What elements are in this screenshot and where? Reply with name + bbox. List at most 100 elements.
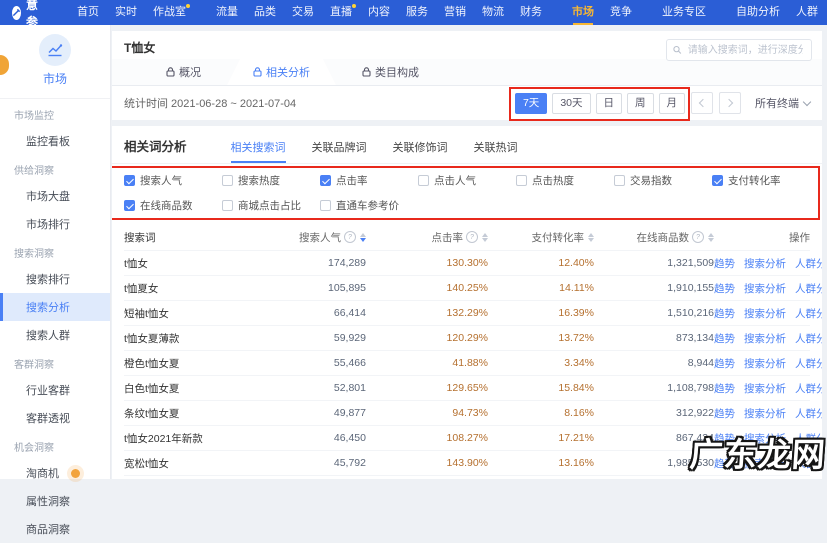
checkbox-checked-icon[interactable]: [124, 200, 135, 211]
trend-link[interactable]: 趋势: [714, 306, 735, 321]
tab-related-brand-words[interactable]: 关联品牌词: [312, 139, 367, 163]
search-word[interactable]: t恤女: [124, 256, 274, 271]
date-button-day[interactable]: 日: [595, 92, 622, 114]
next-period-button[interactable]: [719, 92, 741, 114]
checkbox-checked-icon[interactable]: [320, 175, 331, 186]
sidebar-item-search-analysis[interactable]: 搜索分析: [0, 293, 110, 321]
nav-item-business-zone[interactable]: 业务专区: [662, 0, 706, 25]
search-analysis-link[interactable]: 搜索分析: [744, 331, 786, 346]
prev-period-button[interactable]: [691, 92, 713, 114]
checkbox-icon[interactable]: [222, 200, 233, 211]
nav-item-trade[interactable]: 交易: [292, 0, 314, 25]
sidebar-item-search-audience[interactable]: 搜索人群: [0, 321, 110, 349]
search-analysis-link[interactable]: 搜索分析: [744, 381, 786, 396]
sidebar-item-monitor-board[interactable]: 监控看板: [0, 127, 110, 155]
nav-item-realtime[interactable]: 实时: [115, 0, 137, 25]
nav-item-home[interactable]: 首页: [77, 0, 99, 25]
metric-trade-index[interactable]: 交易指数: [614, 173, 712, 188]
metric-click-rate[interactable]: 点击率: [320, 173, 418, 188]
checkbox-icon[interactable]: [320, 200, 331, 211]
search-word[interactable]: 短袖t恤女: [124, 306, 274, 321]
audience-analysis-link[interactable]: 人群分析: [795, 356, 822, 371]
audience-analysis-link[interactable]: 人群分析: [795, 256, 822, 271]
nav-item-competition[interactable]: 竞争: [610, 0, 632, 25]
sidebar-item-market-ranking[interactable]: 市场排行: [0, 210, 110, 238]
sidebar-item-industry-customers[interactable]: 行业客群: [0, 376, 110, 404]
checkbox-icon[interactable]: [614, 175, 625, 186]
metric-click-heat[interactable]: 点击热度: [516, 173, 614, 188]
sidebar-item-attribute-insight[interactable]: 属性洞察: [0, 487, 110, 515]
audience-analysis-link[interactable]: 人群分析: [795, 406, 822, 421]
audience-analysis-link[interactable]: 人群分析: [795, 306, 822, 321]
trend-link[interactable]: 趋势: [714, 281, 735, 296]
nav-item-marketing[interactable]: 营销: [444, 0, 466, 25]
audience-analysis-link[interactable]: 人群分析: [795, 331, 822, 346]
search-analysis-link[interactable]: 搜索分析: [744, 281, 786, 296]
tab-related-hot-words[interactable]: 关联热词: [474, 139, 518, 163]
metric-click-popularity[interactable]: 点击人气: [418, 173, 516, 188]
trend-link[interactable]: 趋势: [714, 256, 735, 271]
metric-search-heat[interactable]: 搜索热度: [222, 173, 320, 188]
nav-item-finance[interactable]: 财务: [520, 0, 542, 25]
tab-overview[interactable]: 概况: [140, 59, 227, 85]
terminal-filter-dropdown[interactable]: 所有终端: [755, 95, 812, 111]
search-analysis-link[interactable]: 搜索分析: [744, 431, 786, 446]
search-word[interactable]: t恤女2021年新款: [124, 431, 274, 446]
checkbox-icon[interactable]: [222, 175, 233, 186]
col-online-products[interactable]: 在线商品数: [594, 230, 714, 245]
search-analysis-link[interactable]: 搜索分析: [744, 306, 786, 321]
trend-link[interactable]: 趋势: [714, 406, 735, 421]
nav-item-service[interactable]: 服务: [406, 0, 428, 25]
col-pay-conversion[interactable]: 支付转化率: [488, 230, 594, 245]
search-analysis-link[interactable]: 搜索分析: [744, 356, 786, 371]
date-button-month[interactable]: 月: [658, 92, 685, 114]
nav-item-self-analysis[interactable]: 自助分析: [736, 0, 780, 25]
metric-ztc-ref-price[interactable]: 直通车参考价: [320, 198, 418, 213]
date-button-30d[interactable]: 30天: [552, 92, 591, 114]
nav-item-live[interactable]: 直播: [330, 0, 357, 25]
nav-item-content[interactable]: 内容: [368, 0, 390, 25]
metric-online-products[interactable]: 在线商品数: [124, 198, 222, 213]
trend-link[interactable]: 趋势: [714, 456, 735, 471]
nav-item-market[interactable]: 市场: [572, 0, 594, 25]
app-logo[interactable]: 生意参谋: [12, 0, 43, 47]
trend-link[interactable]: 趋势: [714, 431, 735, 446]
nav-item-category[interactable]: 品类: [254, 0, 276, 25]
sidebar-item-market-overview[interactable]: 市场大盘: [0, 182, 110, 210]
trend-link[interactable]: 趋势: [714, 381, 735, 396]
date-button-week[interactable]: 周: [627, 92, 654, 114]
search-word[interactable]: t恤女夏薄款: [124, 331, 274, 346]
nav-item-audience[interactable]: 人群: [796, 0, 818, 25]
audience-analysis-link[interactable]: 人群分析: [795, 281, 822, 296]
sidebar-item-customer-perspective[interactable]: 客群透视: [0, 404, 110, 432]
checkbox-icon[interactable]: [418, 175, 429, 186]
sidebar-item-product-insight[interactable]: 商品洞察: [0, 515, 110, 543]
search-word[interactable]: 橙色t恤女夏: [124, 356, 274, 371]
trend-link[interactable]: 趋势: [714, 331, 735, 346]
audience-analysis-link[interactable]: 人群分析: [795, 456, 822, 471]
checkbox-checked-icon[interactable]: [712, 175, 723, 186]
nav-item-warroom[interactable]: 作战室: [153, 0, 191, 25]
sidebar-item-tao-opportunity[interactable]: 淘商机: [0, 459, 110, 487]
search-word[interactable]: t恤夏女: [124, 281, 274, 296]
metric-pay-conversion[interactable]: 支付转化率: [712, 173, 810, 188]
date-button-7d[interactable]: 7天: [514, 92, 548, 114]
audience-analysis-link[interactable]: 人群分析: [795, 431, 822, 446]
search-input[interactable]: [685, 43, 805, 57]
col-search-popularity[interactable]: 搜索人气: [274, 230, 366, 245]
tab-category-composition[interactable]: 类目构成: [336, 59, 445, 85]
keyword-search-box[interactable]: [666, 39, 812, 61]
search-analysis-link[interactable]: 搜索分析: [744, 256, 786, 271]
metric-mall-click-share[interactable]: 商城点击占比: [222, 198, 320, 213]
search-analysis-link[interactable]: 搜索分析: [744, 406, 786, 421]
trend-link[interactable]: 趋势: [714, 356, 735, 371]
nav-item-traffic[interactable]: 流量: [216, 0, 238, 25]
nav-item-logistics[interactable]: 物流: [482, 0, 504, 25]
audience-analysis-link[interactable]: 人群分析: [795, 381, 822, 396]
checkbox-checked-icon[interactable]: [124, 175, 135, 186]
search-analysis-link[interactable]: 搜索分析: [744, 456, 786, 471]
tab-related-modifier-words[interactable]: 关联修饰词: [393, 139, 448, 163]
tab-related-search-words[interactable]: 相关搜索词: [230, 139, 286, 163]
search-word[interactable]: 条纹t恤女夏: [124, 406, 274, 421]
search-word[interactable]: 白色t恤女夏: [124, 381, 274, 396]
